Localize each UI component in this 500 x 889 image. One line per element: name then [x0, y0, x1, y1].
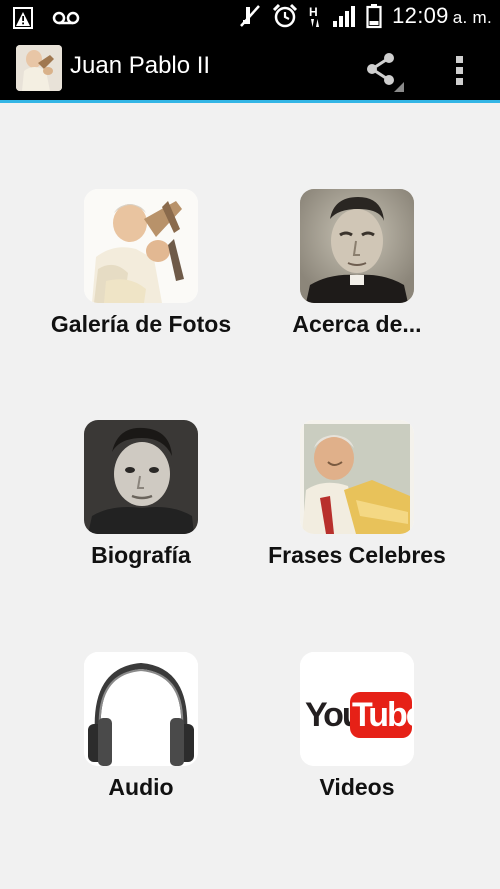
pope-smiling-photo — [300, 420, 414, 534]
tile-galeria-de-fotos[interactable]: Galería de Fotos — [31, 189, 251, 359]
pope-praying-photo — [84, 189, 198, 303]
share-icon — [360, 53, 404, 96]
menu-grid: Galería de Fotos Acerca de... Biografía … — [0, 103, 500, 889]
voicemail-icon — [52, 6, 80, 32]
child-portrait — [84, 420, 198, 534]
tile-label: Biografía — [91, 542, 191, 568]
warning-icon — [12, 6, 36, 32]
tile-label: Audio — [108, 774, 174, 800]
mute-icon — [238, 3, 262, 29]
headphones-icon — [84, 652, 198, 766]
tile-label: Videos — [319, 774, 395, 800]
action-bar: Juan Pablo II — [0, 36, 500, 103]
signal-icon — [332, 3, 356, 29]
alarm-icon — [272, 3, 298, 29]
youtube-logo-tube: Tube — [352, 696, 414, 734]
youtube-logo: You Tube — [300, 652, 414, 766]
tile-label: Acerca de... — [292, 311, 422, 337]
tile-videos[interactable]: You Tube Videos — [247, 652, 467, 822]
tile-label: Frases Celebres — [268, 542, 446, 568]
overflow-menu-icon — [440, 56, 480, 96]
tile-frases-celebres[interactable]: Frases Celebres — [247, 420, 467, 590]
battery-icon — [366, 3, 382, 29]
young-priest-portrait — [300, 189, 414, 303]
app-title: Juan Pablo II — [70, 52, 211, 79]
status-clock: 12:09 a. m. — [392, 3, 492, 28]
tile-label: Galería de Fotos — [50, 311, 232, 337]
tile-biografia[interactable]: Biografía — [31, 420, 251, 590]
tile-audio[interactable]: Audio — [31, 652, 251, 822]
app-icon[interactable] — [16, 45, 62, 91]
tile-acerca-de[interactable]: Acerca de... — [247, 189, 467, 359]
h-network-icon: H — [308, 3, 322, 29]
share-button[interactable] — [360, 48, 404, 92]
status-bar: H 12:09 a. m. — [0, 0, 500, 36]
overflow-menu-button[interactable] — [440, 48, 480, 92]
svg-text:H: H — [309, 5, 318, 19]
